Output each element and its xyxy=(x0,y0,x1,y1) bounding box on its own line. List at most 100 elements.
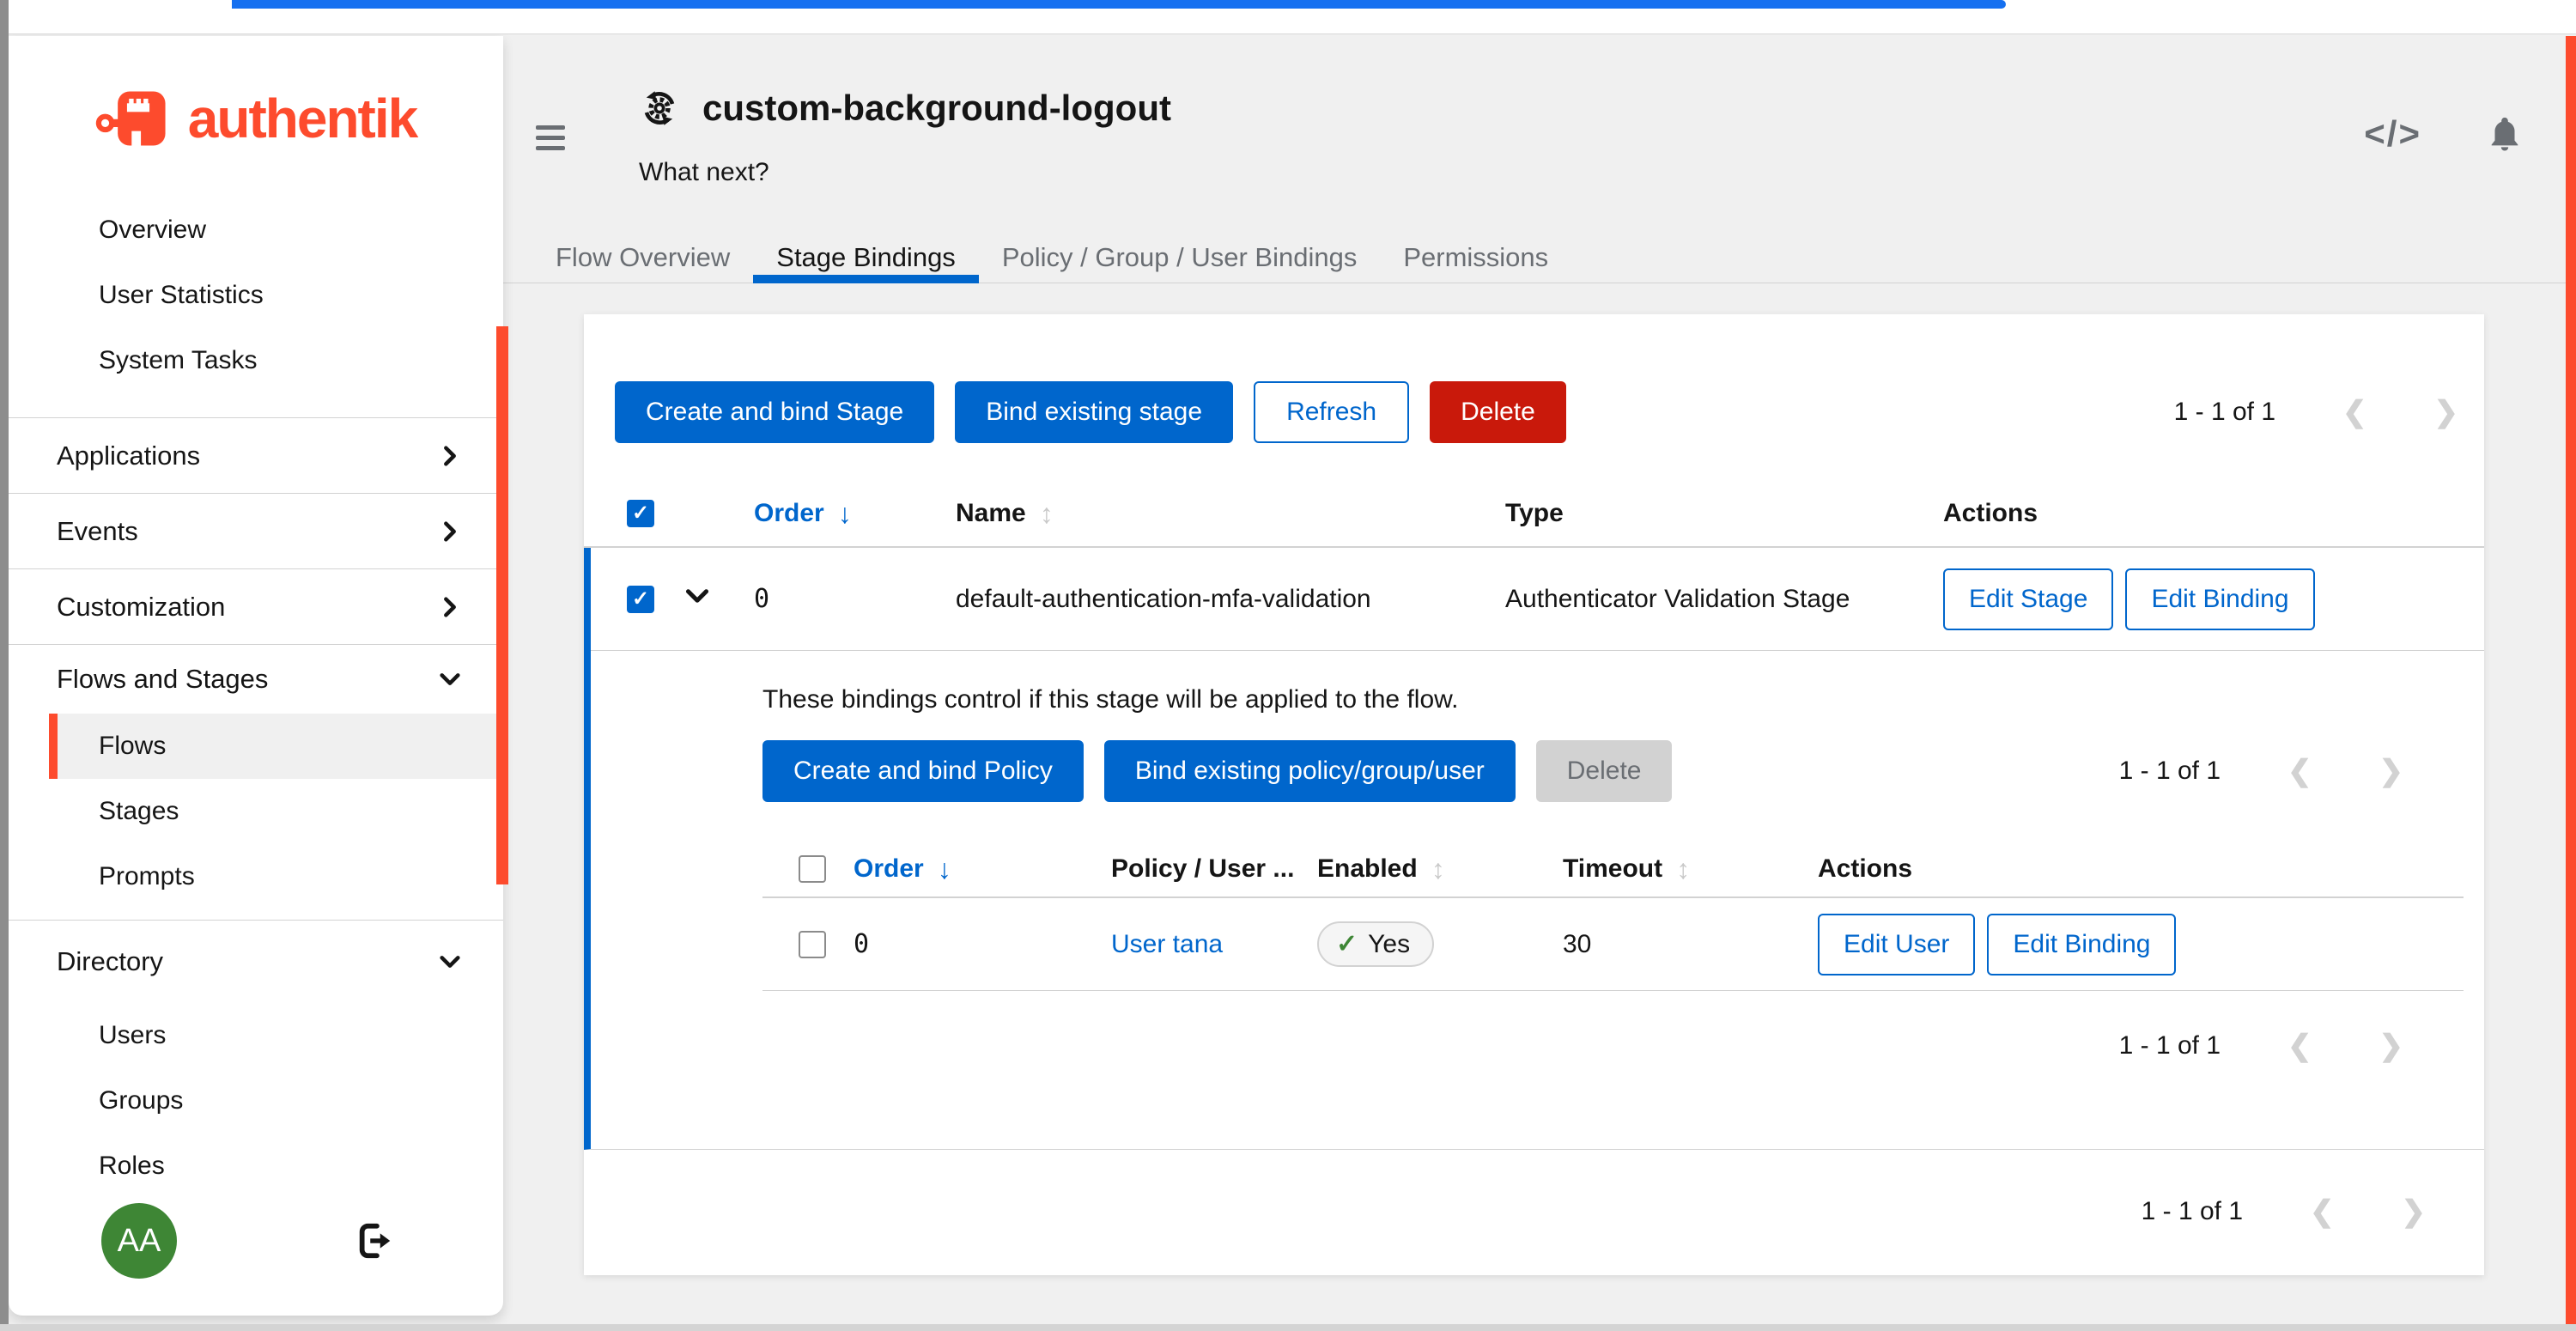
sidebar-scrollbar-thumb[interactable] xyxy=(496,326,508,884)
sidebar-item-label: Flows xyxy=(99,732,166,761)
pagination-next-button[interactable]: ❯ xyxy=(2402,1194,2427,1229)
sort-desc-icon: ↓ xyxy=(838,498,852,530)
sort-icon: ↕ xyxy=(1431,854,1445,885)
notifications-bell-icon[interactable] xyxy=(2485,114,2524,154)
tab-stage-bindings[interactable]: Stage Bindings xyxy=(753,232,979,283)
pagination-label: 1 - 1 of 1 xyxy=(2142,1197,2243,1226)
pagination-top: 1 - 1 of 1 ❮ ❯ xyxy=(2174,395,2458,429)
sidebar-item-stages[interactable]: Stages xyxy=(49,779,503,844)
authentik-logo-icon xyxy=(95,82,181,155)
tab-policy-group-user-bindings[interactable]: Policy / Group / User Bindings xyxy=(979,232,1381,283)
refresh-button[interactable]: Refresh xyxy=(1254,381,1409,443)
sidebar-item-roles[interactable]: Roles xyxy=(49,1133,503,1187)
sidebar-item-label: Roles xyxy=(99,1152,165,1181)
sidebar-item-system-tasks[interactable]: System Tasks xyxy=(9,328,503,393)
pagination-prev-button[interactable]: ❮ xyxy=(2287,754,2312,788)
row-checkbox[interactable]: ✓ xyxy=(627,586,654,613)
pagination-prev-button[interactable]: ❮ xyxy=(2287,1029,2312,1063)
create-and-bind-policy-button[interactable]: Create and bind Policy xyxy=(762,740,1084,802)
sidebar-group-label: Applications xyxy=(57,441,200,471)
expanded-row-group: ✓ 0 default-authentication-mfa-validatio… xyxy=(584,548,2484,1150)
progress-bar xyxy=(232,0,2006,9)
sidebar-group-events[interactable]: Events xyxy=(9,494,503,569)
sidebar-item-user-statistics[interactable]: User Statistics xyxy=(9,263,503,328)
sidebar-item-label: Stages xyxy=(99,797,179,826)
pagination-prev-button[interactable]: ❮ xyxy=(2310,1194,2335,1229)
chevron-right-icon xyxy=(436,442,464,470)
tab-flow-overview[interactable]: Flow Overview xyxy=(532,232,753,283)
pagination-next-button[interactable]: ❯ xyxy=(2379,754,2404,788)
policy-table-header: Order ↓ Policy / User ... Enabled↕ Timeou… xyxy=(762,842,2464,898)
sidebar-item-users[interactable]: Users xyxy=(49,1003,503,1068)
column-header-type: Type xyxy=(1505,499,1943,528)
sidebar-group-applications[interactable]: Applications xyxy=(9,418,503,494)
authentik-logo[interactable]: authentik xyxy=(9,77,503,160)
sort-desc-icon: ↓ xyxy=(938,854,951,885)
stage-toolbar: Create and bind Stage Bind existing stag… xyxy=(584,314,2484,443)
sidebar-item-overview[interactable]: Overview xyxy=(9,198,503,263)
sidebar-item-groups[interactable]: Groups xyxy=(49,1068,503,1133)
chevron-down-icon xyxy=(436,948,464,975)
sidebar-item-prompts[interactable]: Prompts xyxy=(49,844,503,909)
content-area: Create and bind Stage Bind existing stag… xyxy=(503,283,2576,1275)
edit-binding-button[interactable]: Edit Binding xyxy=(2125,568,2314,630)
badge-label: Yes xyxy=(1368,930,1410,959)
row-checkbox[interactable] xyxy=(799,931,826,958)
tab-permissions[interactable]: Permissions xyxy=(1380,232,1571,283)
pagination-next-button[interactable]: ❯ xyxy=(2379,1029,2404,1063)
stage-binding-row: ✓ 0 default-authentication-mfa-validatio… xyxy=(591,548,2484,651)
sidebar-group-directory[interactable]: Directory xyxy=(9,921,503,1003)
cell-name: default-authentication-mfa-validation xyxy=(956,585,1505,614)
column-header-name[interactable]: Name↕ xyxy=(956,498,1505,530)
sidebar-item-label: User Statistics xyxy=(99,281,264,310)
sidebar-item-flows[interactable]: Flows xyxy=(49,714,503,779)
menu-toggle-button[interactable] xyxy=(536,125,570,150)
policy-bindings-section: These bindings control if this stage wil… xyxy=(591,651,2484,1149)
logout-icon[interactable] xyxy=(355,1221,395,1261)
create-and-bind-stage-button[interactable]: Create and bind Stage xyxy=(615,381,934,443)
sidebar-group-flows-and-stages[interactable]: Flows and Stages xyxy=(9,645,503,714)
stage-table-header: ✓ Order↓ Name↕ Type Actions xyxy=(584,481,2484,548)
cell-order: 0 xyxy=(854,929,1111,959)
pagination-next-button[interactable]: ❯ xyxy=(2434,395,2459,429)
avatar[interactable]: AA xyxy=(101,1203,177,1279)
brand-wordmark: authentik xyxy=(188,87,416,150)
sidebar-group-customization[interactable]: Customization xyxy=(9,569,503,645)
tab-bar: Flow Overview Stage Bindings Policy / Gr… xyxy=(503,232,2576,283)
bind-existing-policy-button[interactable]: Bind existing policy/group/user xyxy=(1104,740,1516,802)
window-bottom-strip xyxy=(0,1324,2576,1331)
sidebar-item-label: Users xyxy=(99,1021,166,1050)
policy-delete-button[interactable]: Delete xyxy=(1536,740,1673,802)
sidebar-group-label: Customization xyxy=(57,592,225,623)
api-code-icon[interactable]: </> xyxy=(2364,113,2421,155)
browser-chrome-strip xyxy=(0,0,2576,34)
column-header-actions: Actions xyxy=(1943,499,2484,528)
column-header-timeout[interactable]: Timeout↕ xyxy=(1563,854,1818,885)
bind-existing-stage-button[interactable]: Bind existing stage xyxy=(955,381,1233,443)
sort-icon: ↕ xyxy=(1040,498,1054,530)
pagination-prev-button[interactable]: ❮ xyxy=(2342,395,2367,429)
select-all-checkbox[interactable]: ✓ xyxy=(627,500,654,527)
edit-stage-button[interactable]: Edit Stage xyxy=(1943,568,2113,630)
user-link[interactable]: User tana xyxy=(1111,930,1223,958)
column-header-order[interactable]: Order↓ xyxy=(754,498,956,530)
policy-pagination-top: 1 - 1 of 1 ❮ ❯ xyxy=(2119,754,2403,788)
window-edge-strip xyxy=(0,0,9,1331)
column-label: Actions xyxy=(1943,499,2038,528)
main-area: custom-background-logout What next? </> … xyxy=(503,34,2576,1331)
flow-gear-icon xyxy=(639,88,680,129)
sidebar-group-label: Flows and Stages xyxy=(57,664,268,695)
sidebar-item-label: System Tasks xyxy=(99,346,258,375)
policy-select-all-checkbox[interactable] xyxy=(799,855,826,883)
column-header-policy-user[interactable]: Policy / User ... xyxy=(1111,854,1317,884)
column-header-order[interactable]: Order ↓ xyxy=(854,854,1111,885)
delete-button[interactable]: Delete xyxy=(1430,381,1566,443)
page-header: custom-background-logout What next? </> xyxy=(503,34,2576,232)
row-expander-chevron-icon[interactable] xyxy=(682,580,713,611)
sidebar-item-label: Overview xyxy=(99,216,206,245)
page-scrollbar-thumb[interactable] xyxy=(2566,36,2576,1331)
column-header-enabled[interactable]: Enabled↕ xyxy=(1317,854,1563,885)
column-label: Order xyxy=(854,854,924,884)
edit-user-button[interactable]: Edit User xyxy=(1818,914,1975,975)
edit-binding-button[interactable]: Edit Binding xyxy=(1987,914,2176,975)
